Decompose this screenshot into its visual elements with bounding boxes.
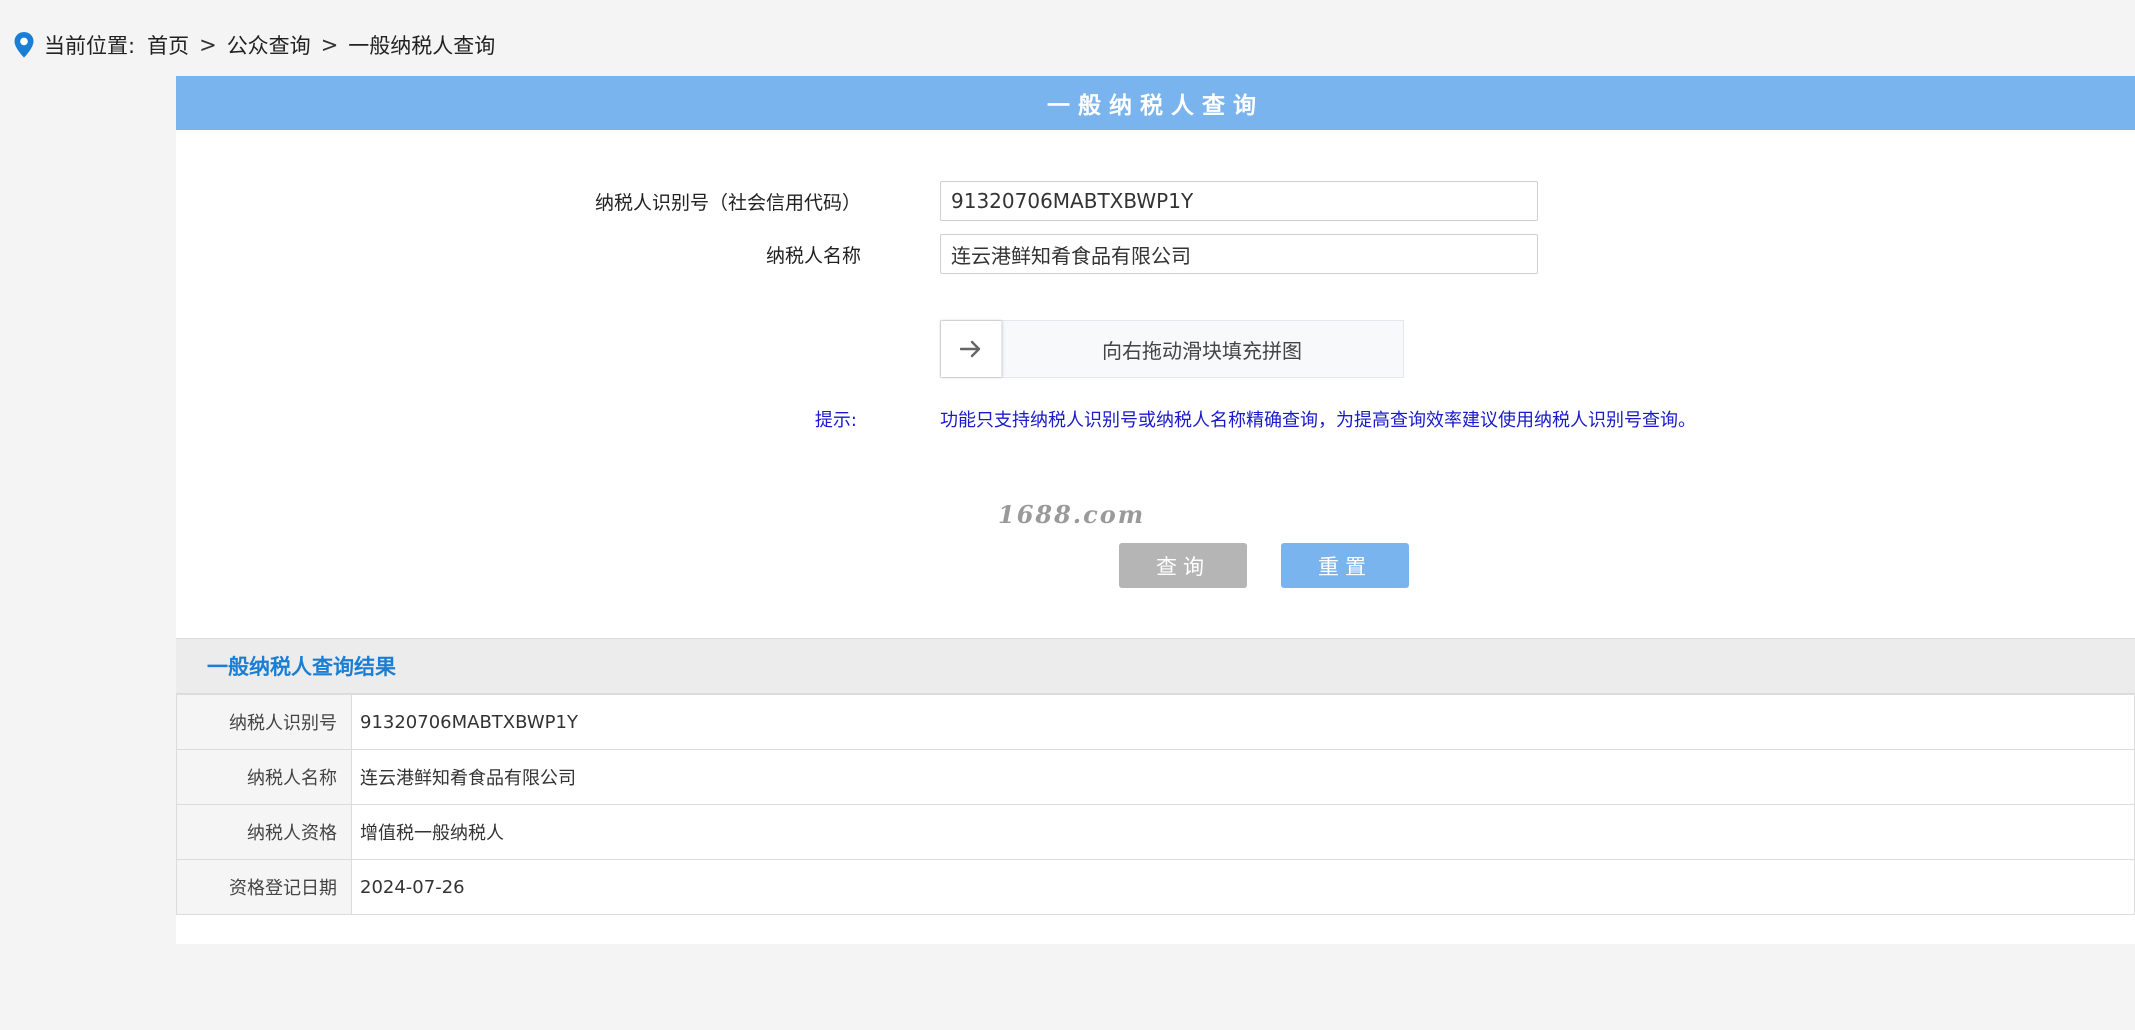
breadcrumb-separator: > — [199, 33, 217, 57]
taxpayer-name-row: 纳税人名称 — [176, 233, 2135, 275]
page-title: 一般纳税人查询 — [176, 76, 2135, 130]
watermark: 1688.com — [998, 500, 1146, 529]
results-section: 一般纳税人查询结果 纳税人识别号 91320706MABTXBWP1Y 纳税人名… — [176, 638, 2135, 915]
result-value: 91320706MABTXBWP1Y — [351, 694, 2135, 750]
reset-button[interactable]: 重置 — [1281, 543, 1409, 588]
result-key: 纳税人名称 — [176, 749, 352, 805]
results-table: 纳税人识别号 91320706MABTXBWP1Y 纳税人名称 连云港鲜知肴食品… — [176, 694, 2135, 915]
taxpayer-name-input[interactable] — [940, 234, 1538, 274]
hint-text: 功能只支持纳税人识别号或纳税人名称精确查询，为提高查询效率建议使用纳税人识别号查… — [940, 410, 1696, 431]
breadcrumb-separator: > — [320, 33, 339, 57]
captcha-slider: 向右拖动滑块填充拼图 — [940, 320, 1404, 378]
page: 当前位置: 首页 > 公众查询 > 一般纳税人查询 一般纳税人查询 纳税人识别号… — [0, 0, 2135, 1030]
taxpayer-id-row: 纳税人识别号（社会信用代码） — [176, 180, 2135, 222]
table-row: 纳税人资格 增值税一般纳税人 — [176, 804, 2135, 860]
query-hint: 提示: 功能只支持纳税人识别号或纳税人名称精确查询，为提高查询效率建议使用纳税人… — [176, 406, 2135, 436]
breadcrumb-prefix: 当前位置: — [44, 34, 136, 58]
breadcrumb-public-query-link[interactable]: 公众查询 — [227, 30, 311, 60]
result-key: 资格登记日期 — [176, 859, 352, 915]
hint-label: 提示: — [814, 410, 857, 431]
query-button[interactable]: 查询 — [1119, 543, 1247, 588]
result-value: 增值税一般纳税人 — [351, 804, 2135, 860]
breadcrumb-current: 一般纳税人查询 — [348, 34, 496, 58]
breadcrumb-home-link[interactable]: 首页 — [147, 30, 189, 60]
location-pin-icon — [14, 32, 34, 58]
table-row: 纳税人名称 连云港鲜知肴食品有限公司 — [176, 749, 2135, 805]
slider-instruction: 向右拖动滑块填充拼图 — [1102, 338, 1302, 363]
slider-handle[interactable] — [941, 321, 1002, 377]
table-row: 纳税人识别号 91320706MABTXBWP1Y — [176, 694, 2135, 750]
result-value: 2024-07-26 — [351, 859, 2135, 915]
table-row: 资格登记日期 2024-07-26 — [176, 859, 2135, 915]
query-card: 一般纳税人查询 纳税人识别号（社会信用代码） 纳税人名称 向右拖动滑块填充拼图 … — [176, 76, 2135, 944]
results-title: 一般纳税人查询结果 — [176, 638, 2135, 694]
arrow-right-icon — [960, 340, 981, 358]
taxpayer-id-label: 纳税人识别号（社会信用代码） — [594, 191, 861, 214]
taxpayer-name-label: 纳税人名称 — [765, 244, 861, 267]
result-key: 纳税人资格 — [176, 804, 352, 860]
result-key: 纳税人识别号 — [176, 694, 352, 750]
breadcrumb: 当前位置: 首页 > 公众查询 > 一般纳税人查询 — [12, 28, 495, 62]
taxpayer-id-input[interactable] — [940, 181, 1538, 221]
result-value: 连云港鲜知肴食品有限公司 — [351, 749, 2135, 805]
